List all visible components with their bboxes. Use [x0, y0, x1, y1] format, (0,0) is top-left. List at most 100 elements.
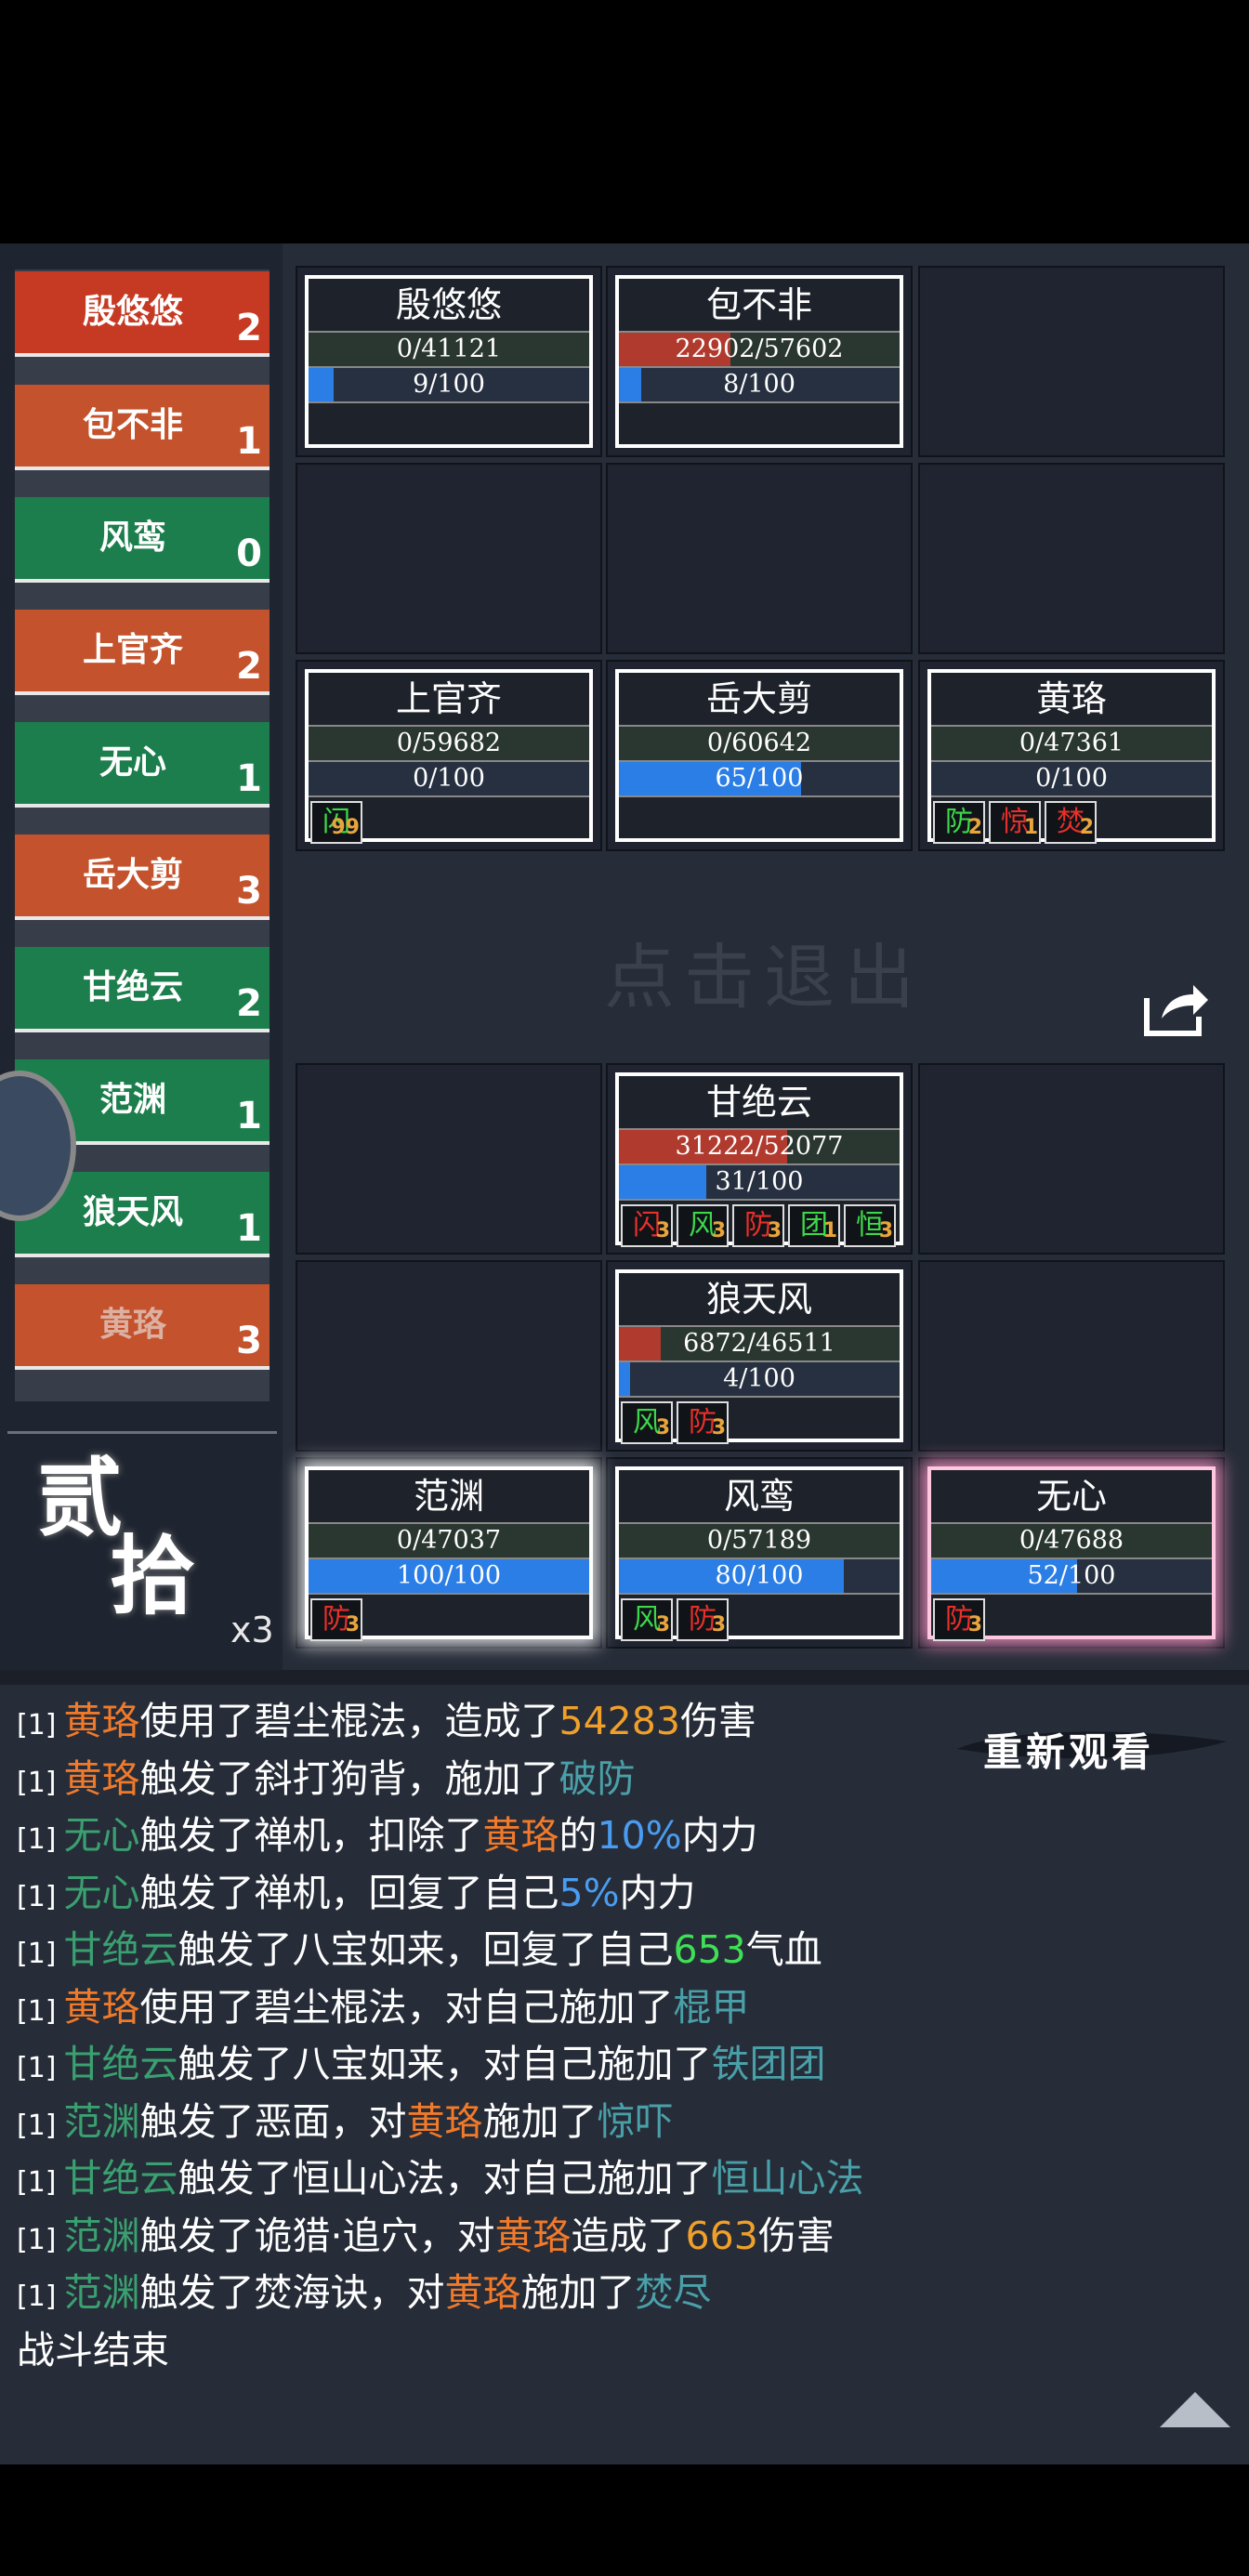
roster-count: 3 [236, 870, 262, 913]
log-effect: 恒山心法 [711, 2156, 864, 2201]
roster-name: 上官齐 [82, 631, 183, 669]
unit-card[interactable]: 包不非 22902/57602 8/100 [615, 275, 903, 448]
log-actor: 黄珞 [63, 1755, 140, 1801]
mp-bar: 8/100 [619, 368, 900, 403]
speed-multiplier[interactable]: x3 [230, 1610, 274, 1650]
mp-text: 52/100 [1027, 1561, 1116, 1590]
buff-stack: 2 [967, 816, 982, 839]
hp-text: 0/57189 [706, 1526, 812, 1555]
unit-card[interactable]: 狼天风 6872/46511 4/100 风3防3 [615, 1269, 903, 1444]
log-text: 触发了八宝如来，对自己施加了 [177, 2042, 712, 2086]
roster-count: 1 [236, 1095, 262, 1137]
buff-row: 防2惊1焚2 [931, 797, 1212, 844]
buff-stack: 3 [711, 1416, 726, 1439]
exit-hint[interactable]: 点击退出 [604, 920, 924, 1022]
log-line: [1] 甘绝云触发了恒山心法，对自己施加了恒山心法 [17, 2150, 1225, 2208]
unit-card[interactable]: 风鸾 0/57189 80/100 风3防3 [615, 1466, 903, 1641]
mp-text: 100/100 [396, 1561, 502, 1590]
buff-icon[interactable]: 风3 [677, 1204, 729, 1247]
log-actor: 范渊 [63, 2213, 140, 2258]
log-effect: 焚尽 [635, 2270, 712, 2315]
buff-icon[interactable]: 惊1 [989, 801, 1041, 844]
grid-cell [918, 266, 1225, 457]
roster-item[interactable]: 上官齐 2 [15, 610, 270, 695]
unit-name: 无心 [931, 1470, 1212, 1524]
mp-bar: 0/100 [309, 762, 589, 797]
log-text: 触发了禅机，扣除了 [139, 1813, 483, 1858]
log-text: 施加了 [482, 2098, 598, 2144]
log-text: 施加了 [520, 2270, 636, 2315]
log-text: 触发了恒山心法，对自己施加了 [177, 2156, 712, 2201]
roster-item[interactable]: 甘绝云 2 [15, 947, 270, 1032]
buff-icon[interactable]: 防3 [732, 1204, 784, 1247]
log-target: 黄珞 [482, 1813, 559, 1858]
buff-icon[interactable]: 防3 [677, 1598, 729, 1641]
log-line: [1] 无心触发了禅机，回复了自己5%内力 [17, 1865, 1225, 1923]
log-value: 663 [685, 2213, 758, 2258]
hp-text: 31222/52077 [675, 1132, 844, 1161]
unit-card[interactable]: 上官齐 0/59682 0/100 闪 99 [305, 669, 593, 844]
unit-card[interactable]: 黄珞 0/47361 0/100 防2惊1焚2 [927, 669, 1216, 844]
roster-name: 黄珞 [99, 1306, 166, 1344]
buff-icon[interactable]: 焚2 [1045, 801, 1097, 844]
log-line: [1] 黄珞触发了斜打狗背，施加了破防 [17, 1751, 1225, 1808]
roster-item[interactable]: 风鸾 0 [15, 497, 270, 583]
log-actor: 黄珞 [63, 1984, 140, 2030]
mp-text: 80/100 [715, 1561, 804, 1590]
buff-icon[interactable]: 团1 [788, 1204, 840, 1247]
log-line: [1] 无心触发了禅机，扣除了黄珞的10%内力 [17, 1807, 1225, 1865]
roster-item[interactable]: 包不非 1 [15, 385, 270, 470]
buff-icon[interactable]: 防3 [677, 1401, 729, 1444]
buff-icon[interactable]: 防3 [310, 1598, 362, 1641]
log-actor: 甘绝云 [63, 1927, 178, 1972]
buff-icon[interactable]: 风3 [621, 1401, 673, 1444]
log-line: [1] 甘绝云触发了八宝如来，回复了自己653气血 [17, 1922, 1225, 1979]
log-prefix: [1] [17, 2166, 57, 2199]
roster-item[interactable]: 岳大剪 3 [15, 835, 270, 920]
roster-count: 3 [236, 1320, 262, 1362]
grid-cell [918, 1260, 1225, 1452]
unit-name: 上官齐 [309, 673, 589, 727]
buff-icon[interactable]: 闪 99 [310, 801, 362, 844]
buff-icon[interactable]: 防3 [933, 1598, 985, 1641]
log-text: 气血 [745, 1927, 822, 1972]
buff-row [619, 797, 900, 844]
buff-stack: 3 [345, 1613, 360, 1636]
log-prefix: [1] [17, 2109, 57, 2142]
log-line: [1] 黄珞使用了碧尘棍法，对自己施加了棍甲 [17, 1979, 1225, 2037]
buff-stack: 3 [655, 1219, 670, 1242]
roster-item[interactable]: 黄珞 3 [15, 1284, 270, 1370]
roster-count: 1 [236, 420, 262, 463]
unit-card[interactable]: 岳大剪 0/60642 65/100 [615, 669, 903, 842]
roster-item[interactable]: 无心 1 [15, 722, 270, 808]
mp-bar: 65/100 [619, 762, 900, 797]
hp-bar: 31222/52077 [619, 1130, 900, 1165]
buff-icon[interactable]: 防2 [933, 801, 985, 844]
buff-icon[interactable]: 恒3 [844, 1204, 896, 1247]
roster-name: 岳大剪 [82, 856, 183, 894]
buff-icon[interactable]: 风3 [621, 1598, 673, 1641]
buff-row: 防3 [309, 1595, 589, 1641]
unit-card[interactable]: 甘绝云 31222/52077 31/100 闪3风3防3团1恒3 [615, 1072, 903, 1247]
log-actor: 甘绝云 [63, 2042, 178, 2086]
grid-cell [296, 463, 602, 654]
unit-card[interactable]: 殷悠悠 0/41121 9/100 [305, 275, 593, 448]
round-counter: 拾 [110, 1526, 196, 1626]
log-text: 使用了碧尘棍法，造成了 [139, 1699, 559, 1743]
roster-count: 1 [236, 757, 262, 800]
log-text: 内力 [619, 1870, 696, 1915]
unit-card[interactable]: 范渊 0/47037 100/100 防3 [305, 1466, 593, 1641]
share-icon[interactable] [1141, 978, 1212, 1039]
log-actor: 范渊 [63, 2098, 140, 2144]
roster-count: 1 [236, 1207, 262, 1250]
buff-stack: 99 [331, 816, 360, 839]
hp-text: 0/47361 [1019, 729, 1124, 757]
unit-name: 包不非 [619, 279, 900, 333]
buff-row: 闪 99 [309, 797, 589, 844]
roster-item[interactable]: 殷悠悠 2 [15, 271, 270, 357]
buff-icon[interactable]: 闪3 [621, 1204, 673, 1247]
scroll-up-icon[interactable] [1160, 2392, 1230, 2427]
hp-text: 0/47037 [396, 1526, 502, 1555]
unit-name: 风鸾 [619, 1470, 900, 1524]
unit-card[interactable]: 无心 0/47688 52/100 防3 [927, 1466, 1216, 1641]
